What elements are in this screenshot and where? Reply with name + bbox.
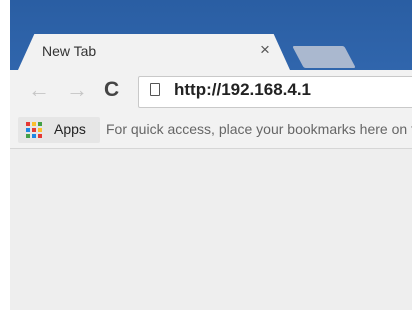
- arrow-right-icon[interactable]: →: [66, 79, 88, 101]
- apps-grid-icon: [26, 122, 42, 138]
- apps-label: Apps: [54, 121, 86, 137]
- reload-icon[interactable]: C: [104, 79, 119, 101]
- address-text[interactable]: http://192.168.4.1: [174, 80, 311, 100]
- bookmarks-hint-text: For quick access, place your bookmarks h…: [106, 121, 412, 137]
- screenshot-frame: New Tab × ← → C http://192.168.4.1 Apps …: [0, 0, 412, 320]
- page-icon: [150, 83, 160, 96]
- page-content: [10, 149, 412, 310]
- tab-title: New Tab: [42, 43, 97, 59]
- browser-window: New Tab × ← → C http://192.168.4.1 Apps …: [10, 0, 412, 310]
- new-tab-button[interactable]: [292, 46, 356, 68]
- arrow-left-icon[interactable]: ←: [28, 79, 50, 101]
- close-icon[interactable]: ×: [260, 41, 270, 59]
